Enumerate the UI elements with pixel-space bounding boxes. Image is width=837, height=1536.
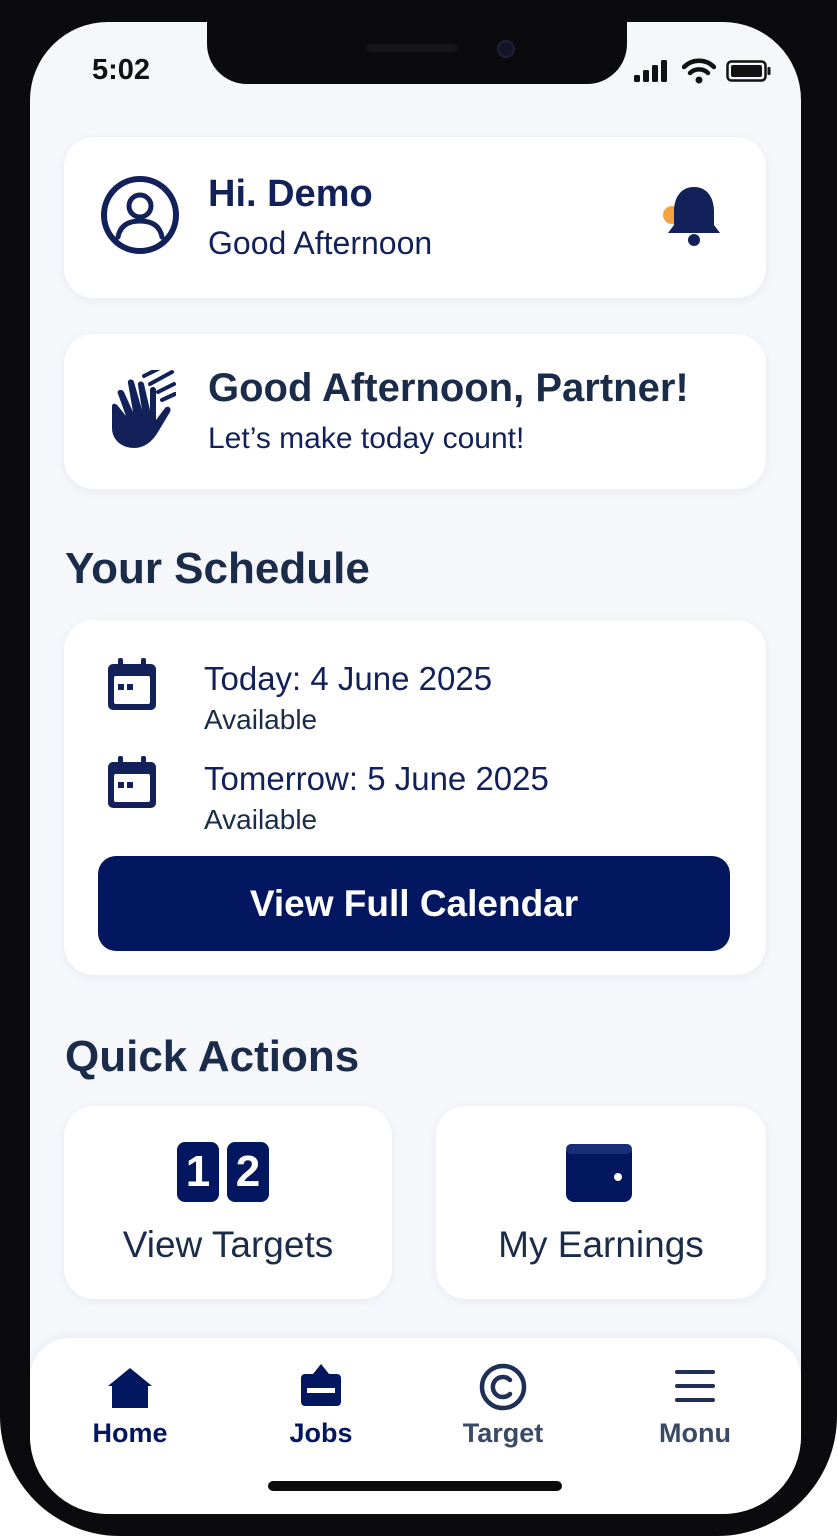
nav-label-menu: Monu [659, 1418, 731, 1448]
welcome-subtitle: Let’s make today count! [208, 422, 525, 455]
waving-hand-icon [112, 370, 176, 448]
welcome-title: Good Afternoon, Partner! [208, 366, 689, 410]
status-icons [634, 58, 772, 84]
schedule-status-today: Available [204, 704, 318, 735]
signal-icon [634, 60, 667, 82]
app-screen: 5:02 Hi. Demo Good Afternoon Good Aftern… [30, 22, 801, 1514]
battery-icon [726, 60, 771, 82]
nav-label-home: Home [92, 1418, 168, 1448]
my-earnings-card[interactable]: My Earnings [436, 1106, 766, 1299]
bell-icon[interactable] [662, 183, 726, 249]
view-full-calendar-button[interactable]: View Full Calendar [98, 856, 730, 951]
greeting-subtitle: Good Afternoon [208, 225, 433, 261]
briefcase-icon [301, 1364, 341, 1406]
number-block: 2 [227, 1142, 269, 1202]
nav-item-home[interactable]: Home [55, 1358, 205, 1458]
welcome-card: Good Afternoon, Partner! Let’s make toda… [64, 334, 766, 489]
front-camera [497, 40, 515, 58]
schedule-card: Today: 4 June 2025 Available Tomerrow: 5… [64, 620, 766, 975]
phone-frame: 5:02 Hi. Demo Good Afternoon Good Aftern… [0, 0, 837, 1536]
wifi-icon [682, 58, 716, 84]
status-time: 5:02 [92, 54, 151, 86]
nav-label-target: Target [462, 1418, 544, 1448]
quick-actions-heading: Quick Actions [65, 1032, 360, 1081]
schedule-heading: Your Schedule [65, 544, 370, 593]
user-circle-icon[interactable] [100, 175, 180, 255]
schedule-status-tomorrow: Available [204, 804, 318, 835]
greeting-title: Hi. Demo [208, 173, 373, 215]
greeting-card: Hi. Demo Good Afternoon [64, 137, 766, 298]
nav-item-jobs[interactable]: Jobs [246, 1358, 396, 1458]
home-icon [108, 1368, 152, 1408]
nav-item-menu[interactable]: Monu [620, 1358, 770, 1458]
my-earnings-label: My Earnings [498, 1224, 704, 1265]
device-notch [207, 22, 627, 84]
copyright-icon [479, 1363, 527, 1411]
speaker-grille [367, 44, 457, 52]
hamburger-menu-icon [675, 1370, 715, 1402]
nav-item-target[interactable]: Target [428, 1358, 578, 1458]
schedule-date-today: Today: 4 June 2025 [204, 660, 493, 697]
calendar-icon [108, 658, 156, 710]
calendar-icon [108, 756, 156, 808]
home-indicator[interactable] [268, 1481, 562, 1491]
number-blocks-icon: 1 2 [177, 1142, 269, 1202]
view-targets-card[interactable]: 1 2 View Targets [64, 1106, 392, 1299]
schedule-date-tomorrow: Tomerrow: 5 June 2025 [204, 760, 549, 797]
wallet-icon [566, 1144, 632, 1202]
number-block: 1 [177, 1142, 219, 1202]
nav-label-jobs: Jobs [289, 1418, 353, 1448]
view-targets-label: View Targets [122, 1224, 334, 1265]
